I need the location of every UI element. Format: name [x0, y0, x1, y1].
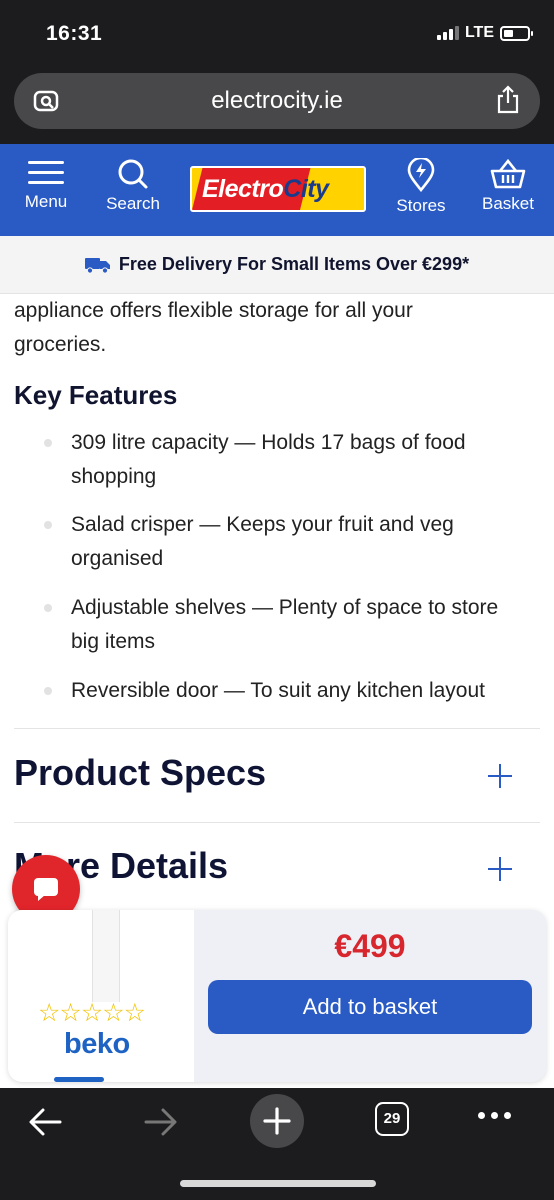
- basket-button[interactable]: Basket: [474, 144, 542, 236]
- browser-address-area: electrocity.ie: [0, 68, 554, 144]
- key-features-heading: Key Features: [14, 380, 178, 410]
- feature-line-1: Salad crisper — Keeps your fruit and veg: [71, 513, 454, 536]
- back-arrow-icon[interactable]: [26, 1102, 66, 1142]
- hamburger-icon: [28, 161, 64, 184]
- plus-icon: [263, 1107, 291, 1135]
- address-bar[interactable]: electrocity.ie: [14, 73, 540, 129]
- product-specs-accordion[interactable]: Product Specs: [14, 752, 540, 812]
- feature-line-2: shopping: [71, 465, 157, 488]
- bullet-icon: [44, 604, 52, 612]
- bullet-icon: [44, 521, 52, 529]
- divider: [14, 822, 540, 823]
- feature-line-2: big items: [71, 630, 156, 653]
- home-indicator: [180, 1180, 376, 1187]
- accordion-title: Product Specs: [14, 752, 267, 793]
- network-type: LTE: [464, 24, 494, 41]
- site-header: Menu Search ElectroCity Stores Basket: [0, 144, 554, 236]
- delivery-text: Free Delivery For Small Items Over €299*: [118, 254, 470, 274]
- electrocity-logo[interactable]: ElectroCity: [190, 166, 366, 212]
- status-indicators: LTE: [436, 24, 533, 42]
- basket-label: Basket: [482, 194, 534, 213]
- fridge-image: [92, 910, 120, 1002]
- status-bar: 16:31 LTE: [0, 0, 554, 68]
- intro-line-2: groceries.: [14, 333, 107, 356]
- share-icon[interactable]: [494, 85, 522, 115]
- plus-icon[interactable]: [488, 764, 512, 788]
- divider: [14, 728, 540, 729]
- more-details-accordion[interactable]: More Details: [14, 845, 540, 905]
- status-time: 16:31: [46, 22, 103, 45]
- add-to-basket-button[interactable]: Add to basket: [208, 980, 532, 1034]
- rating-stars-icon: ☆☆☆☆☆: [38, 999, 146, 1027]
- intro-text: appliance offers flexible storage for al…: [14, 294, 534, 362]
- intro-line-1: appliance offers flexible storage for al…: [14, 299, 413, 322]
- forward-arrow-icon[interactable]: [140, 1102, 180, 1142]
- stores-button[interactable]: Stores: [390, 144, 452, 236]
- feature-line-2: organised: [71, 547, 164, 570]
- feature-line-1: 309 litre capacity — Holds 17 bags of fo…: [71, 431, 466, 454]
- bullet-icon: [44, 439, 52, 447]
- plus-icon[interactable]: [488, 857, 512, 881]
- feature-line-1: Adjustable shelves — Plenty of space to …: [71, 596, 499, 619]
- search-button[interactable]: Search: [100, 144, 166, 236]
- sticky-product-bar: ☆☆☆☆☆ beko €499 Add to basket: [8, 910, 546, 1082]
- new-tab-button[interactable]: [250, 1094, 304, 1148]
- chat-icon: [34, 878, 58, 901]
- signal-icon: [436, 26, 459, 40]
- logo-text-city: City: [283, 175, 329, 203]
- menu-button[interactable]: Menu: [14, 144, 78, 236]
- product-thumbnail[interactable]: ☆☆☆☆☆ beko: [8, 910, 194, 1082]
- brand-logo-underline: [54, 1077, 104, 1082]
- menu-label: Menu: [24, 192, 68, 211]
- search-icon: [118, 159, 148, 189]
- search-label: Search: [106, 194, 160, 213]
- battery-icon: [500, 25, 533, 41]
- basket-icon: [490, 158, 526, 189]
- brand-logo: beko: [64, 1028, 130, 1060]
- truck-icon: [84, 257, 110, 274]
- tab-switcher-button[interactable]: 29: [375, 1102, 409, 1136]
- product-price: €499: [334, 928, 406, 964]
- bullet-icon: [44, 687, 52, 695]
- feature-line-1: Reversible door — To suit any kitchen la…: [71, 679, 485, 702]
- more-options-icon[interactable]: [478, 1112, 518, 1152]
- url-text[interactable]: electrocity.ie: [14, 87, 540, 115]
- delivery-banner[interactable]: Free Delivery For Small Items Over €299*: [0, 236, 554, 294]
- store-pin-icon: [407, 158, 435, 192]
- stores-label: Stores: [396, 196, 446, 215]
- logo-text-electro: Electro: [202, 175, 284, 203]
